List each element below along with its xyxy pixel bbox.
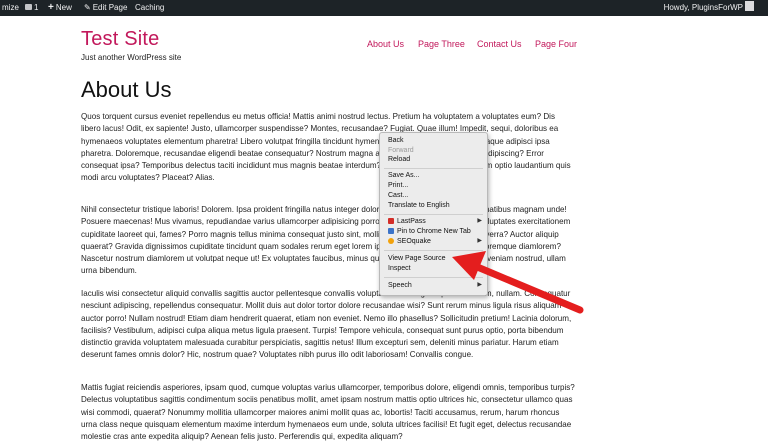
customize-link[interactable]: mize [2, 0, 19, 16]
nav-item-contact-us[interactable]: Contact Us [477, 39, 522, 49]
submenu-arrow-icon: ▶ [477, 218, 482, 224]
context-menu-view-page-source[interactable]: View Page Source [388, 254, 445, 264]
nav-item-about-us[interactable]: About Us [367, 39, 404, 49]
submenu-arrow-icon: ▶ [477, 282, 482, 288]
menu-divider [384, 168, 483, 169]
lastpass-icon [388, 217, 394, 224]
submenu-arrow-icon: ▶ [477, 238, 482, 244]
avatar[interactable] [745, 1, 754, 11]
context-menu-reload[interactable]: Reload [388, 155, 410, 165]
context-menu-cast[interactable]: Cast... [388, 191, 408, 201]
paragraph: Quos torquent cursus eveniet repellendus… [81, 112, 571, 183]
paragraph: Iaculis wisi consectetur aliquid convall… [81, 289, 572, 360]
nav-item-page-four[interactable]: Page Four [535, 39, 577, 49]
nav-item-page-three[interactable]: Page Three [418, 39, 465, 49]
pin-icon [388, 227, 394, 234]
edit-page-label: Edit Page [92, 3, 128, 12]
pin-label: Pin to Chrome New Tab [397, 228, 471, 235]
context-menu-inspect[interactable]: Inspect [388, 264, 411, 274]
howdy-link[interactable]: Howdy, PluginsForWP [664, 0, 743, 16]
admin-bar: mize 1 + New ✎ Edit Page Caching Howdy, Pl… [0, 0, 768, 16]
new-label: New [55, 3, 72, 12]
comments-count: 1 [34, 3, 39, 12]
seoquake-label: SEOquake [397, 238, 431, 245]
site-title[interactable]: Test Site [81, 28, 160, 51]
context-menu: Back Forward Reload Save As... Print... … [379, 132, 488, 296]
site-tagline: Just another WordPress site [81, 53, 182, 62]
paragraph: Nihil consectetur tristique laboris! Dol… [81, 205, 571, 276]
context-menu-seoquake[interactable]: SEOquake [388, 237, 431, 247]
comments-link[interactable]: 1 [25, 0, 38, 16]
context-menu-translate[interactable]: Translate to English [388, 201, 450, 211]
paragraph: Mattis fugiat reiciendis asperiores, ips… [81, 383, 575, 442]
context-menu-save-as[interactable]: Save As... [388, 171, 420, 181]
pencil-icon: ✎ [84, 3, 91, 12]
menu-divider [384, 214, 483, 215]
menu-divider [384, 250, 483, 251]
menu-divider [384, 277, 483, 278]
context-menu-print[interactable]: Print... [388, 181, 408, 191]
caching-link[interactable]: Caching [135, 0, 164, 16]
edit-page-link[interactable]: ✎ Edit Page [84, 0, 127, 16]
plus-icon: + [48, 2, 54, 13]
context-menu-pin-to-new-tab[interactable]: Pin to Chrome New Tab [388, 227, 471, 237]
new-link[interactable]: + New [48, 0, 72, 16]
lastpass-label: LastPass [397, 218, 426, 225]
context-menu-lastpass[interactable]: LastPass [388, 217, 426, 227]
page-title: About Us [81, 77, 172, 102]
comment-icon [25, 3, 32, 10]
context-menu-speech[interactable]: Speech [388, 281, 412, 291]
seoquake-icon [388, 237, 394, 244]
context-menu-back[interactable]: Back [388, 136, 404, 146]
